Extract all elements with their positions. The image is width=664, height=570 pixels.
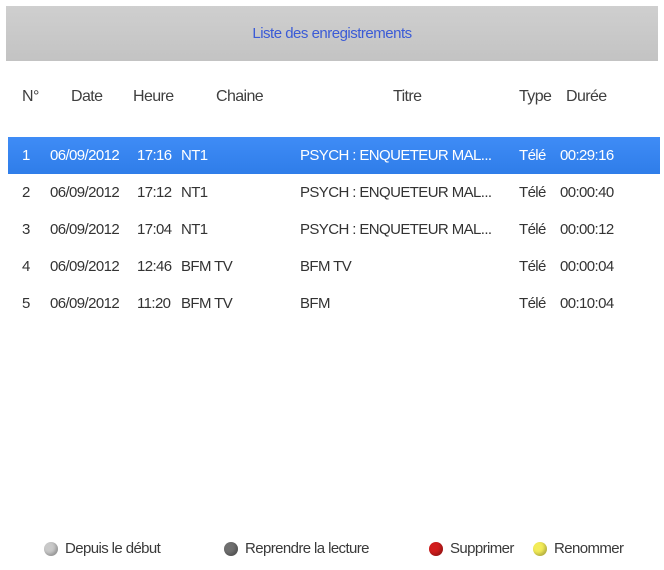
recording-row[interactable]: 2 06/09/2012 17:12 NT1 PSYCH : ENQUETEUR… [0, 174, 664, 211]
page-title: Liste des enregistrements [252, 25, 412, 42]
recordings-list: 1 06/09/2012 17:16 NT1 PSYCH : ENQUETEUR… [8, 137, 662, 322]
row-date: 06/09/2012 [50, 258, 120, 275]
row-chaine: BFM TV [181, 258, 233, 275]
row-type: Télé [519, 258, 546, 275]
remote-legend: Depuis le début Reprendre la lecture Sup… [0, 540, 664, 566]
from-start-label: Depuis le début [65, 540, 161, 557]
column-header-duree: Durée [566, 88, 607, 105]
row-chaine: BFM TV [181, 295, 233, 312]
row-num: 2 [22, 184, 30, 201]
resume-label: Reprendre la lecture [245, 540, 370, 557]
row-chaine: NT1 [181, 184, 208, 201]
dark-grey-button-icon [224, 541, 238, 556]
row-titre: PSYCH : ENQUETEUR MAL... [300, 184, 492, 201]
row-titre: BFM TV [300, 258, 352, 275]
row-heure: 11:20 [137, 295, 171, 312]
rename-action[interactable]: Renommer [533, 540, 624, 557]
table-header: N° Date Heure Chaine Titre Type Durée [0, 88, 664, 116]
row-titre: BFM [300, 295, 330, 312]
row-date: 06/09/2012 [50, 147, 120, 164]
row-type: Télé [519, 295, 546, 312]
column-header-num: N° [22, 88, 39, 105]
from-start-action[interactable]: Depuis le début [44, 540, 161, 557]
column-header-titre: Titre [393, 88, 422, 105]
delete-label: Supprimer [450, 540, 514, 557]
row-date: 06/09/2012 [50, 184, 120, 201]
column-header-type: Type [519, 88, 552, 105]
row-chaine: NT1 [181, 147, 208, 164]
row-titre: PSYCH : ENQUETEUR MAL... [300, 147, 492, 164]
column-header-heure: Heure [133, 88, 174, 105]
yellow-button-icon [533, 541, 547, 556]
recording-row-selected[interactable]: 1 06/09/2012 17:16 NT1 PSYCH : ENQUETEUR… [8, 137, 660, 174]
row-heure: 17:12 [137, 184, 172, 201]
rename-label: Renommer [554, 540, 624, 557]
red-button-icon [429, 541, 443, 556]
row-chaine: NT1 [181, 221, 208, 238]
row-duree: 00:29:16 [560, 147, 614, 164]
row-num: 3 [22, 221, 30, 238]
row-duree: 00:10:04 [560, 295, 614, 312]
delete-action[interactable]: Supprimer [429, 540, 514, 557]
row-heure: 12:46 [137, 258, 172, 275]
row-duree: 00:00:40 [560, 184, 614, 201]
recording-row[interactable]: 4 06/09/2012 12:46 BFM TV BFM TV Télé 00… [0, 248, 664, 285]
recording-row[interactable]: 5 06/09/2012 11:20 BFM TV BFM Télé 00:10… [0, 285, 664, 322]
row-type: Télé [519, 147, 546, 164]
row-heure: 17:04 [137, 221, 172, 238]
column-header-chaine: Chaine [216, 88, 264, 105]
row-duree: 00:00:12 [560, 221, 614, 238]
row-date: 06/09/2012 [50, 221, 120, 238]
row-date: 06/09/2012 [50, 295, 120, 312]
row-heure: 17:16 [137, 147, 172, 164]
row-titre: PSYCH : ENQUETEUR MAL... [300, 221, 492, 238]
row-duree: 00:00:04 [560, 258, 614, 275]
row-num: 4 [22, 258, 30, 275]
row-type: Télé [519, 184, 546, 201]
grey-button-icon [44, 541, 58, 556]
column-header-date: Date [71, 88, 103, 105]
row-type: Télé [519, 221, 546, 238]
title-bar: Liste des enregistrements [6, 6, 658, 61]
recording-row[interactable]: 3 06/09/2012 17:04 NT1 PSYCH : ENQUETEUR… [0, 211, 664, 248]
resume-action[interactable]: Reprendre la lecture [224, 540, 370, 557]
row-num: 1 [22, 147, 30, 164]
row-num: 5 [22, 295, 30, 312]
